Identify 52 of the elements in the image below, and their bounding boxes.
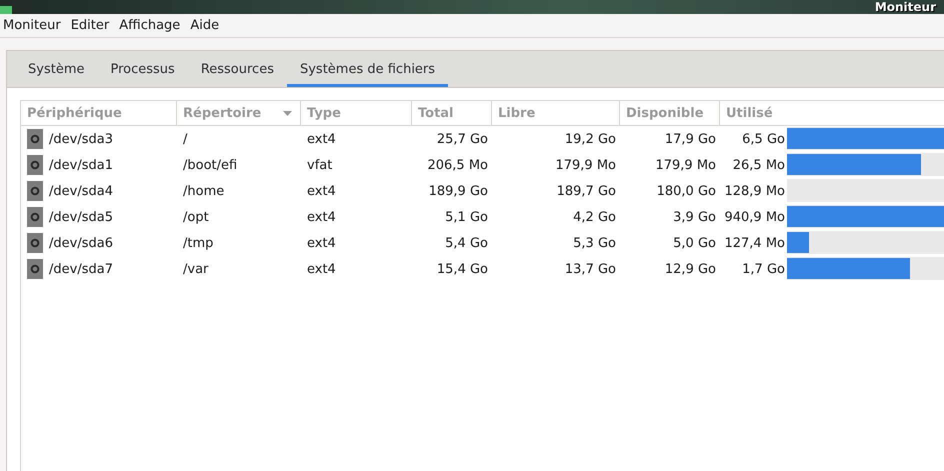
table-cell-text: /opt xyxy=(182,208,210,226)
table-cell-text: 5,0 Go xyxy=(672,234,717,252)
tab[interactable]: Ressources xyxy=(188,54,287,87)
table-cell-text: ext4 xyxy=(306,130,337,148)
menu-item[interactable]: Aide xyxy=(189,18,226,33)
table-cell-text: 189,7 Go xyxy=(556,182,617,200)
table-cell-text: 179,9 Mo xyxy=(654,156,717,174)
table-cell-text: /tmp xyxy=(182,234,214,252)
tab[interactable]: Processus xyxy=(97,54,188,87)
table-cell-text: 1,7 Go xyxy=(741,260,786,278)
menu-item[interactable]: Editer xyxy=(70,18,116,33)
table-cell-text: 5,4 Go xyxy=(444,234,489,252)
table-cell-text: 127,4 Mo xyxy=(723,234,786,252)
table-cell-text: 6,5 Go xyxy=(741,130,786,148)
window-title: Moniteur xyxy=(874,0,936,14)
table-cell-text: /boot/efi xyxy=(182,156,238,174)
table-cell: /dev/sda7 xyxy=(49,262,113,276)
table-cell-text: 128,9 Mo xyxy=(723,182,786,200)
tab[interactable]: Systèmes de fichiers xyxy=(286,54,448,87)
table-cell-text: 4,2 Go xyxy=(572,208,617,226)
table-cell-text: 15,4 Go xyxy=(436,260,489,278)
table-cell-text: 206,5 Mo xyxy=(426,156,489,174)
table-cell-text: /var xyxy=(182,260,210,278)
table-cell-text: 26,5 Mo xyxy=(732,156,786,174)
table-cell-text: 12,9 Go xyxy=(664,260,717,278)
table-cell-text: 180,0 Go xyxy=(656,182,717,200)
table-cell-text: 13,7 Go xyxy=(564,260,617,278)
table-cell-text: ext4 xyxy=(306,234,337,252)
table-cell: /dev/sda1 xyxy=(49,158,113,172)
table-cell-text: 189,9 Go xyxy=(428,182,489,200)
table-cell-text: /home xyxy=(182,182,226,200)
menu-item[interactable]: Moniteur xyxy=(2,18,68,33)
table-cell-text: 3,9 Go xyxy=(672,208,717,226)
table-cell-text: 17,9 Go xyxy=(664,130,717,148)
table-cell-text: ext4 xyxy=(306,182,337,200)
table-cell: /dev/sda5 xyxy=(49,210,113,224)
table-cell-text: 940,9 Mo xyxy=(723,208,786,226)
tab[interactable]: Système xyxy=(15,54,98,87)
table-cell: /dev/sda3 xyxy=(49,132,113,146)
table-cell-text: / xyxy=(182,130,188,148)
table-cell-text: 5,1 Go xyxy=(444,208,489,226)
table-cell-text: 179,9 Mo xyxy=(554,156,617,174)
table-cell: /dev/sda6 xyxy=(49,236,113,250)
table-cell-text: ext4 xyxy=(306,260,337,278)
table-cell-text: vfat xyxy=(306,156,334,174)
table-cell-text: 25,7 Go xyxy=(436,130,489,148)
table-cell-text: 19,2 Go xyxy=(564,130,617,148)
table-cell: /dev/sda4 xyxy=(49,184,113,198)
table-cell-text: ext4 xyxy=(306,208,337,226)
app-icon xyxy=(0,6,12,14)
menu-item[interactable]: Affichage xyxy=(118,18,188,33)
table-cell-text: 5,3 Go xyxy=(572,234,617,252)
